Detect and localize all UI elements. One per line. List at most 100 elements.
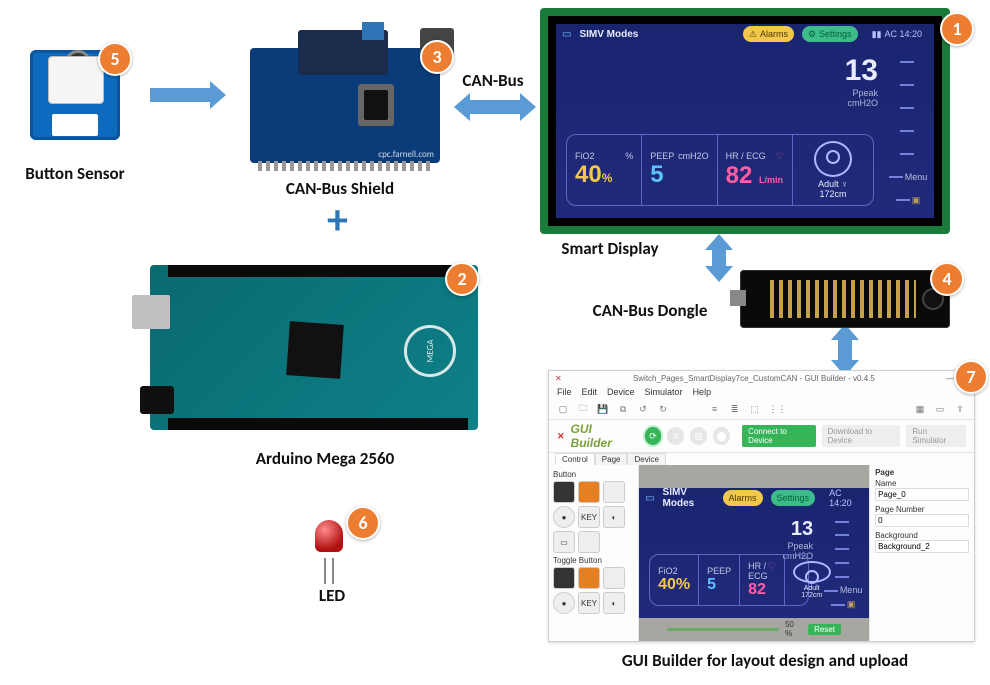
zoom-reset-button[interactable]: Reset [808,624,841,635]
label-canbus-conn: CAN-Bus [448,70,538,91]
toolbar[interactable]: ▢ 🗀 💾 ⧉ ↺ ↻ ≡ ≣ ⬚ ⋮⋮ ▦ ▭ ⇪ [549,399,974,420]
can-bus-dongle [740,270,950,328]
home-icon[interactable]: ▭ [562,29,571,40]
props-pagenum-label: Page Number [875,505,969,514]
props-bg-input[interactable] [875,540,969,553]
cell-fio2[interactable]: FiO2% 40% [567,135,642,205]
badge-4: 4 [930,262,964,296]
can-bus-shield: cpc.farnell.com [250,48,440,163]
palette-widget[interactable] [603,567,625,589]
smart-display: ▭ SIMV Modes ⚠Alarms ⚙Settings ▮▮AC 14:2… [540,8,950,234]
display-screen[interactable]: ▭ SIMV Modes ⚠Alarms ⚙Settings ▮▮AC 14:2… [556,24,934,218]
step-1-icon[interactable]: ⟳ [645,427,662,445]
ppeak-label: Ppeak [845,88,878,98]
side-item[interactable] [900,80,916,90]
alarms-pill[interactable]: ⚠Alarms [743,26,794,42]
menu-device[interactable]: Device [607,387,635,397]
led-legs-icon [324,558,326,584]
arduino-logo: MEGA [404,325,456,377]
plus-icon: + [327,200,348,242]
step-2-icon[interactable]: ≡ [667,427,684,445]
menu-simulator[interactable]: Simulator [645,387,683,397]
tool-align-icon[interactable]: ≣ [729,404,741,415]
menu-edit[interactable]: Edit [582,387,598,397]
props-pagenum-input[interactable] [875,514,969,527]
widget-palette[interactable]: Button ● KEY ◐ ▭ Toggle Button [549,465,639,641]
palette-widget[interactable] [553,481,575,503]
label-arduino: Arduino Mega 2560 [225,448,425,469]
palette-widget[interactable]: ● [553,506,575,528]
mcu-chip-icon [286,321,344,379]
tool-layers-icon[interactable]: ⬚ [749,404,761,415]
cell-patient[interactable]: Adult ♀172cm [793,135,873,205]
side-item[interactable] [900,126,916,136]
shield-footnote: cpc.farnell.com [378,149,434,160]
palette-widget[interactable] [578,567,600,589]
palette-widget[interactable] [578,531,600,553]
tool-open-icon[interactable]: 🗀 [577,401,589,417]
mega-header-bottom [168,418,468,430]
app-brand: GUI Builder [571,422,633,450]
tool-page-icon[interactable]: ▭ [934,404,946,415]
left-tabs[interactable]: Control Page Device [549,453,974,465]
palette-widget[interactable]: KEY [578,592,600,614]
props-name-input[interactable] [875,488,969,501]
screen-topbar: ▭ SIMV Modes ⚠Alarms ⚙Settings ▮▮AC 14:2… [556,24,934,44]
menu-help[interactable]: Help [693,387,712,397]
workarea: Button ● KEY ◐ ▭ Toggle Button [549,465,974,641]
led-bulb-icon [315,520,343,552]
gui-builder-window[interactable]: ✕ Switch_Pages_SmartDisplay7ce_CustomCAN… [548,370,975,642]
window-titlebar[interactable]: ✕ Switch_Pages_SmartDisplay7ce_CustomCAN… [549,371,974,385]
palette-widget[interactable]: KEY [578,506,600,528]
tab-page[interactable]: Page [595,453,628,465]
patient-avatar-icon [814,141,852,177]
side-item[interactable] [900,103,916,113]
side-item[interactable]: ▣ [896,195,921,206]
tool-undo-icon[interactable]: ↺ [637,404,649,415]
run-button[interactable]: Run Simulator [906,425,966,447]
tool-new-icon[interactable]: ▢ [557,404,569,415]
shield-header-pins [258,161,432,171]
step-3-icon[interactable]: ▥ [690,427,707,445]
tab-control[interactable]: Control [555,453,595,465]
cell-peep[interactable]: PEEPcmH2O 5 [642,135,717,205]
display-bezel: ▭ SIMV Modes ⚠Alarms ⚙Settings ▮▮AC 14:2… [548,16,942,226]
zoom-bar[interactable]: 50 % Reset [667,620,841,638]
tool-save-icon[interactable]: 💾 [597,404,609,415]
tab-device[interactable]: Device [627,453,665,465]
tool-grid-icon[interactable]: ▦ [914,404,926,415]
dongle-pins-icon [770,280,916,318]
label-led: LED [302,585,362,606]
download-button[interactable]: Download to Device [822,425,901,447]
palette-widget[interactable]: ● [553,592,575,614]
palette-widget[interactable]: ◐ [603,506,625,528]
properties-panel[interactable]: Page Name Page Number Background [869,465,974,641]
connect-button[interactable]: Connect to Device [742,425,815,447]
side-item-menu[interactable]: Menu [889,172,928,182]
tool-copy-icon[interactable]: ⧉ [617,404,629,415]
side-item[interactable] [900,149,916,159]
palette-widget[interactable]: ◐ [603,592,625,614]
side-item[interactable] [900,57,916,67]
badge-2: 2 [445,262,479,296]
canvas-screen-preview[interactable]: ▭ SIMV Modes Alarms Settings AC 14:20 13… [639,488,869,618]
menu-bar[interactable]: File Edit Device Simulator Help [549,385,974,399]
cell-hr[interactable]: HR / ECG♡ 82 L/min [718,135,793,205]
palette-widget[interactable] [603,481,625,503]
step-4-icon[interactable]: ⬤ [713,427,730,445]
tool-distribute-icon[interactable]: ⋮⋮ [769,404,781,415]
palette-widget[interactable] [553,567,575,589]
zoom-slider[interactable] [667,628,779,631]
label-button-sensor: Button Sensor [10,163,140,184]
design-canvas[interactable]: ▭ SIMV Modes Alarms Settings AC 14:20 13… [639,465,869,641]
menu-file[interactable]: File [557,387,572,397]
tool-export-icon[interactable]: ⇪ [954,404,966,415]
tool-redo-icon[interactable]: ↻ [657,404,669,415]
tool-align-icon[interactable]: ≡ [709,404,721,414]
power-jack-icon [140,386,174,414]
arrow-dongle-to-gui [838,340,852,360]
palette-widget[interactable] [578,481,600,503]
settings-pill[interactable]: ⚙Settings [802,26,858,42]
palette-widget[interactable]: ▭ [553,531,575,553]
badge-6: 6 [346,506,380,540]
